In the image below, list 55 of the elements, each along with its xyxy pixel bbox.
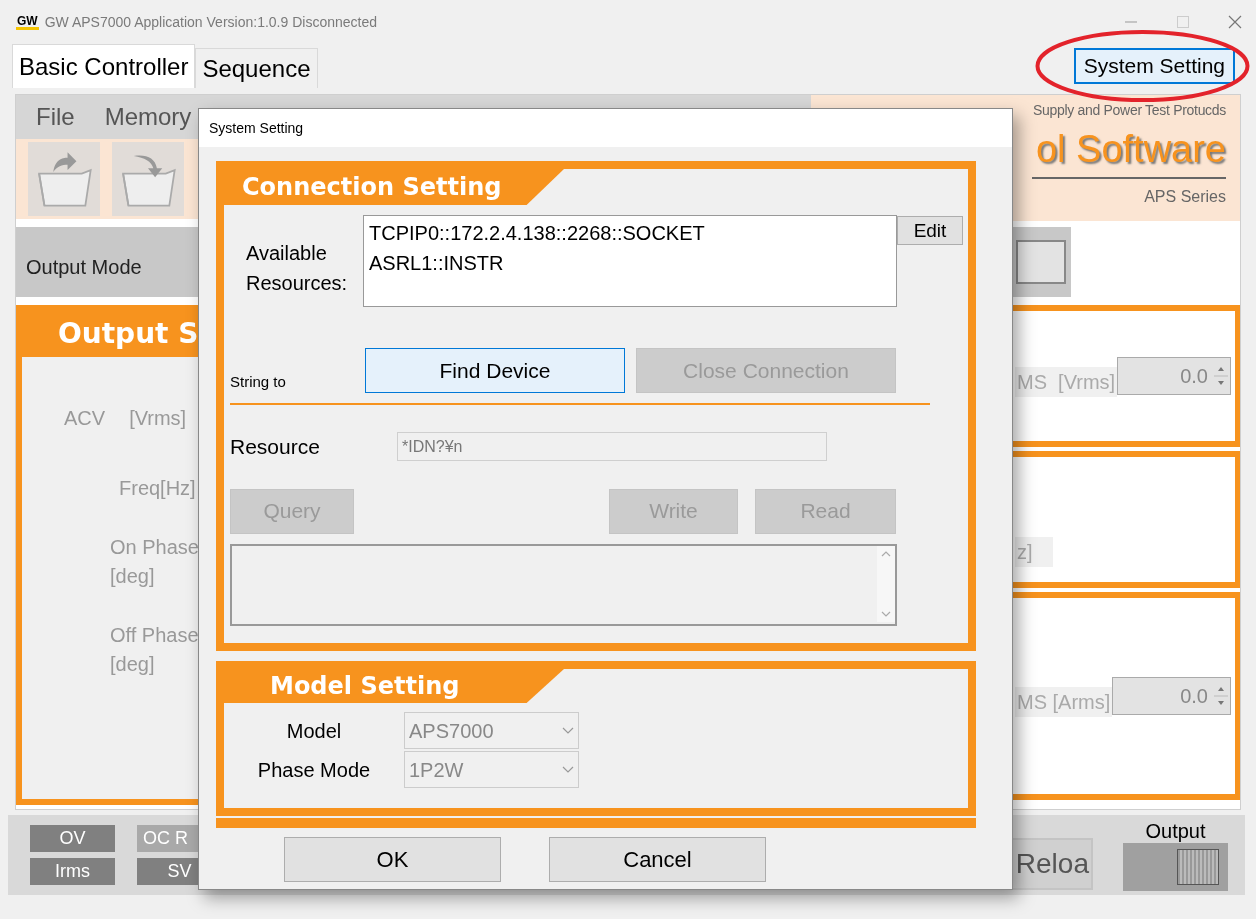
spinner-value: 0.0 (1179, 363, 1209, 389)
section-header: Model Setting (224, 669, 564, 703)
output-mode-field[interactable] (1016, 239, 1066, 284)
edit-button[interactable]: Edit (897, 216, 963, 245)
resources-label: Available Resources: (245, 241, 349, 296)
spinner-value: 0.0 (1179, 683, 1209, 709)
connection-button[interactable]: Find Device (365, 348, 625, 393)
banner-subtitle: APS Series (1144, 187, 1226, 207)
toolbar-button[interactable] (28, 142, 100, 216)
system-setting-button[interactable]: System Setting (1073, 48, 1235, 84)
close-icon (1228, 15, 1242, 29)
resource-item[interactable]: TCPIP0::172.2.4.138::2268::SOCKET (369, 218, 891, 248)
menu-item[interactable]: Memory (104, 99, 192, 135)
status-indicator: Irms (30, 858, 115, 885)
resource-label: Resource (230, 434, 321, 460)
field-label: [Vrms] (129, 405, 187, 431)
field-label: ACV (64, 405, 106, 431)
chevron-down-icon (562, 726, 574, 735)
tab[interactable]: Basic Controller (12, 44, 196, 88)
measure-label: MS [Arms] (1015, 686, 1113, 717)
measure-label: MS [Vrms] (1015, 366, 1118, 397)
dialog-button[interactable]: OK (284, 837, 501, 882)
status-indicator: OV (30, 825, 115, 852)
field-label: Model (285, 718, 343, 744)
field-label: Phase Mode (256, 757, 372, 783)
output-toggle-switch[interactable] (1123, 843, 1228, 891)
tab[interactable]: Sequence (195, 48, 318, 88)
dropdown-value: APS7000 (409, 718, 495, 744)
scrollbar-arrows-icon (877, 545, 895, 622)
app-logo: GW (16, 14, 39, 30)
banner-title: ol Software (1031, 121, 1226, 179)
dialog-title: System Setting (209, 118, 304, 138)
response-text-area[interactable] (230, 543, 897, 626)
string-label: String to (230, 371, 287, 392)
value-spinner[interactable]: 0.0 (1112, 676, 1231, 715)
value-spinner[interactable]: 0.0 (1117, 356, 1231, 395)
field-label: Off Phase (110, 622, 200, 648)
dialog-button[interactable]: Cancel (549, 837, 766, 882)
measure-label: z] (1015, 537, 1053, 568)
field-label: On Phase (110, 534, 200, 560)
dropdown-value: 1P2W (409, 757, 465, 783)
field-label: Freq[Hz] (119, 476, 196, 499)
toolbar-button[interactable] (112, 142, 184, 216)
banner-tagline: Supply and Power Test Protucds (1032, 101, 1226, 120)
resource-item[interactable]: ASRL1::INSTR (369, 248, 891, 278)
chevron-down-icon (562, 765, 574, 774)
menu-item[interactable]: File (36, 99, 75, 135)
resources-list[interactable]: TCPIP0::172.2.4.138::2268::SOCKET ASRL1::INSTR (363, 215, 897, 307)
field-label: [deg] (110, 563, 156, 589)
field-label: [deg] (110, 651, 156, 677)
window-title: GW APS7000 Application Version:1.0.9 Disconnected (44, 12, 377, 32)
maximize-icon (1176, 15, 1190, 29)
output-mode-label: Output Mode (26, 254, 142, 280)
section-header: Connection Setting (224, 169, 564, 205)
output-label: Output (1145, 819, 1206, 843)
